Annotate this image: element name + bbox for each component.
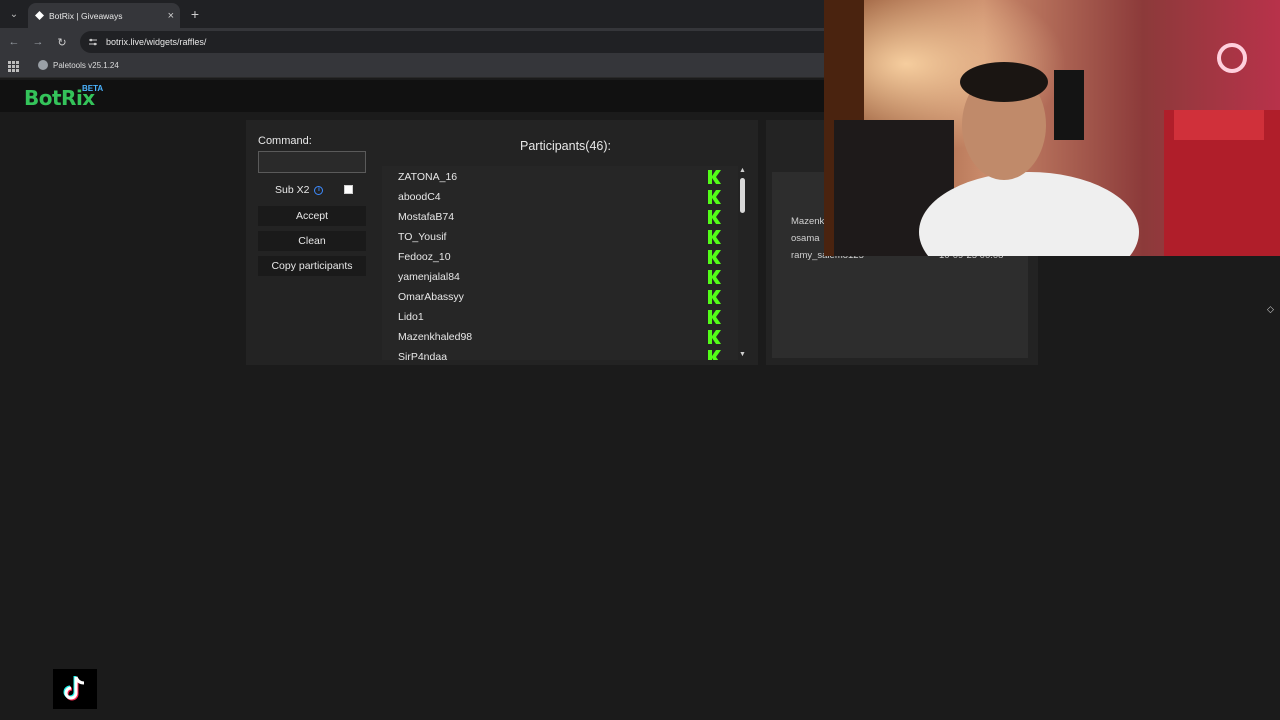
participant-row[interactable]: ZATONA_16 [382, 167, 722, 187]
participant-name: TO_Yousif [398, 231, 447, 243]
participants-title: Participants(46): [520, 139, 612, 153]
kick-icon [708, 230, 721, 244]
kick-icon [708, 170, 721, 184]
winner-name: Mazenk [791, 216, 825, 227]
globe-icon [38, 60, 48, 70]
kick-icon [708, 270, 721, 284]
forward-icon[interactable]: → [30, 34, 46, 50]
kick-icon [708, 250, 721, 264]
participant-row[interactable]: OmarAbassyy [382, 287, 722, 307]
webcam-image [824, 0, 1280, 256]
tab-search-chevron-icon[interactable]: ⌄ [4, 4, 24, 24]
participant-name: Lido1 [398, 311, 424, 323]
beta-badge: BETA [82, 84, 104, 93]
reload-icon[interactable]: ↻ [54, 34, 70, 50]
participant-row[interactable]: Mazenkhaled98 [382, 327, 722, 347]
kick-icon [708, 310, 721, 324]
participant-name: ZATONA_16 [398, 171, 458, 183]
cursor-icon: ◇ [1267, 304, 1274, 314]
scroll-up-icon[interactable]: ▲ [739, 167, 747, 175]
participant-name: Fedooz_10 [398, 251, 451, 263]
participant-name: Mazenkhaled98 [398, 331, 473, 343]
scroll-down-icon[interactable]: ▼ [739, 351, 747, 359]
kick-icon [708, 190, 721, 204]
tiktok-logo-icon [53, 669, 97, 709]
copy-participants-button[interactable]: Copy participants [258, 256, 366, 276]
new-tab-button[interactable]: + [186, 5, 204, 23]
participants-list[interactable]: ZATONA_16 aboodC4 MostafaB74 TO_Yousif Fedoo… [382, 166, 738, 360]
participant-name: aboodC4 [398, 191, 441, 203]
kick-icon [708, 330, 721, 344]
address-bar[interactable]: botrix.live/widgets/raffles/ [80, 31, 840, 53]
participant-name: yamenjalal84 [398, 271, 460, 283]
accept-button[interactable]: Accept [258, 206, 366, 226]
back-icon[interactable]: ← [6, 34, 22, 50]
command-input[interactable] [258, 151, 366, 173]
site-info-icon[interactable] [88, 37, 98, 47]
participant-name: MostafaB74 [398, 211, 455, 223]
participant-row[interactable]: Fedooz_10 [382, 247, 722, 267]
participant-name: OmarAbassyy [398, 291, 464, 303]
kick-icon [708, 290, 721, 304]
browser-tab[interactable]: BotRix | Giveaways × [28, 3, 180, 28]
participant-row[interactable]: yamenjalal84 [382, 267, 722, 287]
subx2-option: Sub X2 i [275, 184, 324, 196]
participant-name: SirP4ndaa [398, 351, 448, 360]
tab-favicon-icon [34, 11, 44, 21]
participant-row[interactable]: Lido1 [382, 307, 722, 327]
participant-row[interactable]: MostafaB74 [382, 207, 722, 227]
clean-button[interactable]: Clean [258, 231, 366, 251]
participant-row[interactable]: SirP4ndaa [382, 347, 722, 360]
kick-icon [708, 210, 721, 224]
kick-icon [708, 350, 721, 360]
url-text: botrix.live/widgets/raffles/ [106, 37, 207, 47]
tab-title: BotRix | Giveaways [49, 10, 123, 21]
participant-row[interactable]: aboodC4 [382, 187, 722, 207]
info-icon[interactable]: i [314, 185, 324, 195]
tab-close-icon[interactable]: × [168, 10, 174, 22]
subx2-checkbox[interactable] [344, 185, 353, 194]
participant-row[interactable]: TO_Yousif [382, 227, 722, 247]
apps-grid-icon[interactable] [8, 61, 19, 72]
scrollbar-thumb[interactable] [740, 178, 745, 213]
subx2-label: Sub X2 [275, 184, 310, 196]
command-label: Command: [258, 135, 312, 147]
bookmark-item[interactable]: Paletools v25.1.24 [38, 60, 119, 70]
bookmark-label: Paletools v25.1.24 [53, 60, 119, 70]
winner-name: osama [791, 233, 820, 244]
webcam-overlay [824, 0, 1280, 256]
